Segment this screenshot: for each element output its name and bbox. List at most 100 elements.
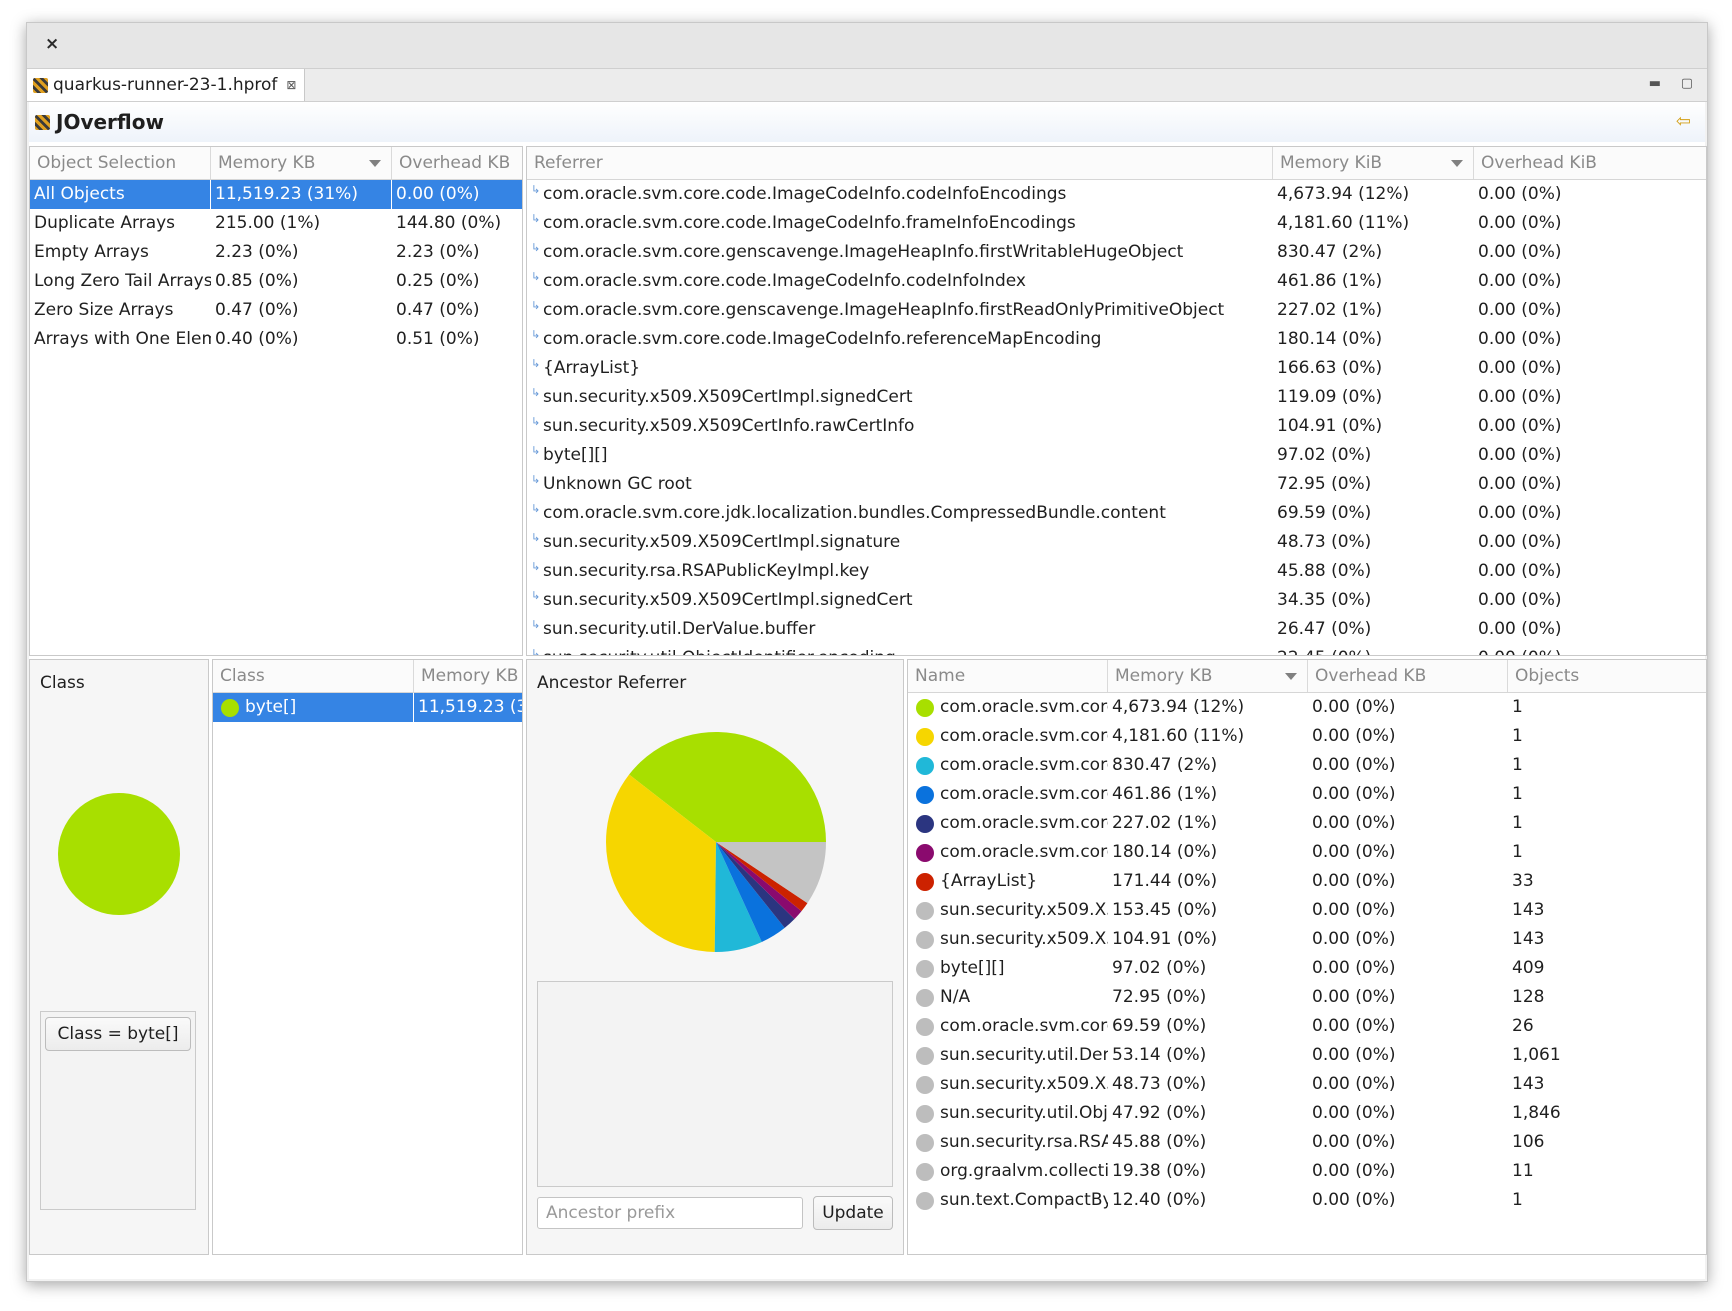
table-cell: byte[][] bbox=[543, 445, 608, 465]
table-row[interactable]: ↳ com.oracle.svm.core.code.ImageCodeInfo.… bbox=[527, 180, 1706, 209]
ancestor-prefix-input[interactable] bbox=[537, 1197, 803, 1229]
table-cell: com.oracle.svm.core.jdk.localization.bun… bbox=[543, 503, 1166, 523]
class-filter-button[interactable]: Class = byte[] bbox=[45, 1017, 191, 1051]
column-header-objects[interactable]: Objects bbox=[1508, 660, 1706, 692]
table-row[interactable]: ↳ sun.security.x509.X509CertInfo.rawCertI… bbox=[527, 412, 1706, 441]
table-cell: 69.59 (0%) bbox=[1112, 1016, 1207, 1036]
table-row[interactable]: ↳ {ArrayList} 166.63 (0%) 0.00 (0%) bbox=[527, 354, 1706, 383]
column-header-overhead[interactable]: Overhead KB bbox=[1308, 660, 1508, 692]
table-cell: com.oracle.svm.core.genscavenge.ImageHea… bbox=[543, 242, 1184, 262]
table-row[interactable]: ↳ sun.security.x509.X509CertImpl.signatur… bbox=[527, 528, 1706, 557]
table-row[interactable]: sun.security.rsa.RSAI 45.88 (0%) 0.00 (0%)… bbox=[908, 1128, 1706, 1157]
table-row[interactable]: Arrays with One Elemen0.40 (0%) 0.51 (0%) bbox=[30, 325, 522, 354]
maximize-icon[interactable]: ▢ bbox=[1681, 76, 1693, 91]
table-row[interactable]: ↳ com.oracle.svm.core.genscavenge.ImageHe… bbox=[527, 238, 1706, 267]
class-color-icon bbox=[221, 699, 239, 717]
table-row[interactable]: sun.security.util.Obje 47.92 (0%) 0.00 (0%… bbox=[908, 1099, 1706, 1128]
column-header-object-selection[interactable]: Object Selection bbox=[30, 147, 211, 179]
table-cell: sun.security.util.ObjectIdentifier.encod… bbox=[539, 644, 1285, 655]
table-row[interactable]: ↳ sun.security.util.DerValue.buffer 26.47 … bbox=[527, 615, 1706, 644]
column-header-memory[interactable]: Memory KB bbox=[414, 660, 522, 692]
table-cell: 0.00 (0%) bbox=[1312, 1103, 1396, 1123]
table-row[interactable]: com.oracle.svm.core 69.59 (0%) 0.00 (0%) 26 bbox=[908, 1012, 1706, 1041]
table-row[interactable]: sun.security.util.Der\ 53.14 (0%) 0.00 (0%… bbox=[908, 1041, 1706, 1070]
table-row[interactable]: sun.security.x509.X5 153.45 (0%) 0.00 (0%)… bbox=[908, 896, 1706, 925]
table-row[interactable]: ↳ sun.security.x509.X509CertImpl.signedCe… bbox=[527, 383, 1706, 412]
column-header-class[interactable]: Class bbox=[213, 660, 414, 692]
table-row[interactable]: ↳sun.security.util.ObjectIdentifier.enco… bbox=[527, 644, 1706, 655]
table-cell: 26.47 (0%) bbox=[1277, 619, 1372, 639]
table-cell: 409 bbox=[1512, 958, 1545, 978]
column-header-overhead[interactable]: Overhead KB bbox=[392, 147, 522, 179]
table-row[interactable]: N/A 72.95 (0%) 0.00 (0%) 128 bbox=[908, 983, 1706, 1012]
table-row[interactable]: com.oracle.svm.core 830.47 (2%) 0.00 (0%) 1 bbox=[908, 751, 1706, 780]
table-row[interactable]: com.oracle.svm.core 4,673.94 (12%) 0.00 (0… bbox=[908, 693, 1706, 722]
table-cell: 461.86 (1%) bbox=[1112, 784, 1218, 804]
table-cell: 0.00 (0%) bbox=[1478, 619, 1562, 639]
column-header-memory[interactable]: Memory KB bbox=[211, 147, 392, 179]
table-cell: 53.14 (0%) bbox=[1112, 1045, 1207, 1065]
table-row[interactable]: org.graalvm.collectic 19.38 (0%) 0.00 (0%)… bbox=[908, 1157, 1706, 1186]
table-row[interactable]: sun.security.x509.X5 104.91 (0%) 0.00 (0%)… bbox=[908, 925, 1706, 954]
editor-tab[interactable]: quarkus-runner-23-1.hprof ⊠ bbox=[27, 69, 306, 101]
table-row[interactable]: sun.text.CompactByt 12.40 (0%) 0.00 (0%) 1 bbox=[908, 1186, 1706, 1215]
table-row[interactable]: ↳ com.oracle.svm.core.code.ImageCodeInfo.… bbox=[527, 267, 1706, 296]
reset-arrow-icon[interactable]: ⇦ bbox=[1676, 111, 1691, 132]
table-row[interactable]: ↳ Unknown GC root 72.95 (0%) 0.00 (0%) bbox=[527, 470, 1706, 499]
table-row[interactable]: com.oracle.svm.core 461.86 (1%) 0.00 (0%) 1 bbox=[908, 780, 1706, 809]
column-header-memory[interactable]: Memory KB bbox=[1108, 660, 1308, 692]
column-header-referrer[interactable]: Referrer bbox=[527, 147, 1273, 179]
column-header-memory-label: Memory KB bbox=[218, 153, 316, 173]
table-cell: 143 bbox=[1512, 1074, 1545, 1094]
table-row[interactable]: ↳ sun.security.x509.X509CertImpl.signedCe… bbox=[527, 586, 1706, 615]
table-cell: com.oracle.svm.core.code.ImageCodeInfo.r… bbox=[543, 329, 1102, 349]
table-row[interactable]: {ArrayList} 171.44 (0%) 0.00 (0%) 33 bbox=[908, 867, 1706, 896]
table-cell: 22.45 (0%) bbox=[1273, 644, 1474, 655]
column-header-memory-label: Memory KiB bbox=[1280, 153, 1383, 173]
sort-desc-icon bbox=[1285, 673, 1297, 680]
sort-desc-icon bbox=[1451, 160, 1463, 167]
series-color-icon bbox=[916, 757, 934, 775]
series-color-icon bbox=[916, 1076, 934, 1094]
table-row[interactable]: Duplicate Arrays 215.00 (1%) 144.80 (0%) bbox=[30, 209, 522, 238]
table-row[interactable]: ↳ com.oracle.svm.core.jdk.localization.bu… bbox=[527, 499, 1706, 528]
column-header-name[interactable]: Name bbox=[908, 660, 1108, 692]
table-row[interactable]: com.oracle.svm.core 180.14 (0%) 0.00 (0%) 1 bbox=[908, 838, 1706, 867]
table-row[interactable]: com.oracle.svm.core 4,181.60 (11%) 0.00 (0… bbox=[908, 722, 1706, 751]
tab-close-icon[interactable]: ⊠ bbox=[286, 78, 296, 92]
table-row[interactable]: Zero Size Arrays 0.47 (0%) 0.47 (0%) bbox=[30, 296, 522, 325]
table-row[interactable]: ↳ byte[][] 97.02 (0%) 0.00 (0%) bbox=[527, 441, 1706, 470]
table-row[interactable]: ↳ sun.security.rsa.RSAPublicKeyImpl.key 45… bbox=[527, 557, 1706, 586]
application-window: × quarkus-runner-23-1.hprof ⊠ ▬ ▢ JOverf… bbox=[26, 22, 1708, 1282]
table-cell: Unknown GC root bbox=[543, 474, 692, 494]
sort-desc-icon bbox=[369, 160, 381, 167]
table-cell: sun.security.util.Obje bbox=[940, 1103, 1108, 1123]
joverflow-header: JOverflow ⇦ bbox=[29, 102, 1705, 142]
table-header: Name Memory KB Overhead KB Objects bbox=[908, 660, 1706, 693]
series-color-icon bbox=[916, 989, 934, 1007]
table-row[interactable]: ↳ com.oracle.svm.core.code.ImageCodeInfo.… bbox=[527, 209, 1706, 238]
table-cell: 1 bbox=[1512, 755, 1523, 775]
update-button[interactable]: Update bbox=[813, 1196, 893, 1230]
series-color-icon bbox=[916, 844, 934, 862]
table-row[interactable]: com.oracle.svm.core 227.02 (1%) 0.00 (0%) 1 bbox=[908, 809, 1706, 838]
minimize-icon[interactable]: ▬ bbox=[1649, 76, 1661, 91]
table-row[interactable]: ↳ com.oracle.svm.core.code.ImageCodeInfo.… bbox=[527, 325, 1706, 354]
table-row[interactable]: All Objects 11,519.23 (31%) 0.00 (0%) bbox=[30, 180, 522, 209]
series-color-icon bbox=[916, 960, 934, 978]
table-row[interactable]: Long Zero Tail Arrays 0.85 (0%) 0.25 (0%) bbox=[30, 267, 522, 296]
class-filter-box: Class = byte[] bbox=[40, 1011, 196, 1210]
hprof-file-icon bbox=[33, 77, 48, 93]
table-cell: com.oracle.svm.core.genscavenge.ImageHea… bbox=[543, 300, 1225, 320]
window-close-icon[interactable]: × bbox=[45, 34, 59, 54]
table-row[interactable]: byte[]11,519.23 (31%) bbox=[213, 693, 522, 722]
table-row[interactable]: sun.security.x509.X5 48.73 (0%) 0.00 (0%) 1… bbox=[908, 1070, 1706, 1099]
table-cell: sun.security.util.Der\ bbox=[940, 1045, 1108, 1065]
table-row[interactable]: byte[][] 97.02 (0%) 0.00 (0%) 409 bbox=[908, 954, 1706, 983]
column-header-overhead[interactable]: Overhead KiB bbox=[1474, 147, 1706, 179]
column-header-memory[interactable]: Memory KiB bbox=[1273, 147, 1474, 179]
table-cell: org.graalvm.collectic bbox=[940, 1161, 1108, 1181]
table-row[interactable]: ↳ com.oracle.svm.core.genscavenge.ImageHe… bbox=[527, 296, 1706, 325]
table-cell: com.oracle.svm.core bbox=[940, 697, 1108, 717]
table-row[interactable]: Empty Arrays 2.23 (0%) 2.23 (0%) bbox=[30, 238, 522, 267]
